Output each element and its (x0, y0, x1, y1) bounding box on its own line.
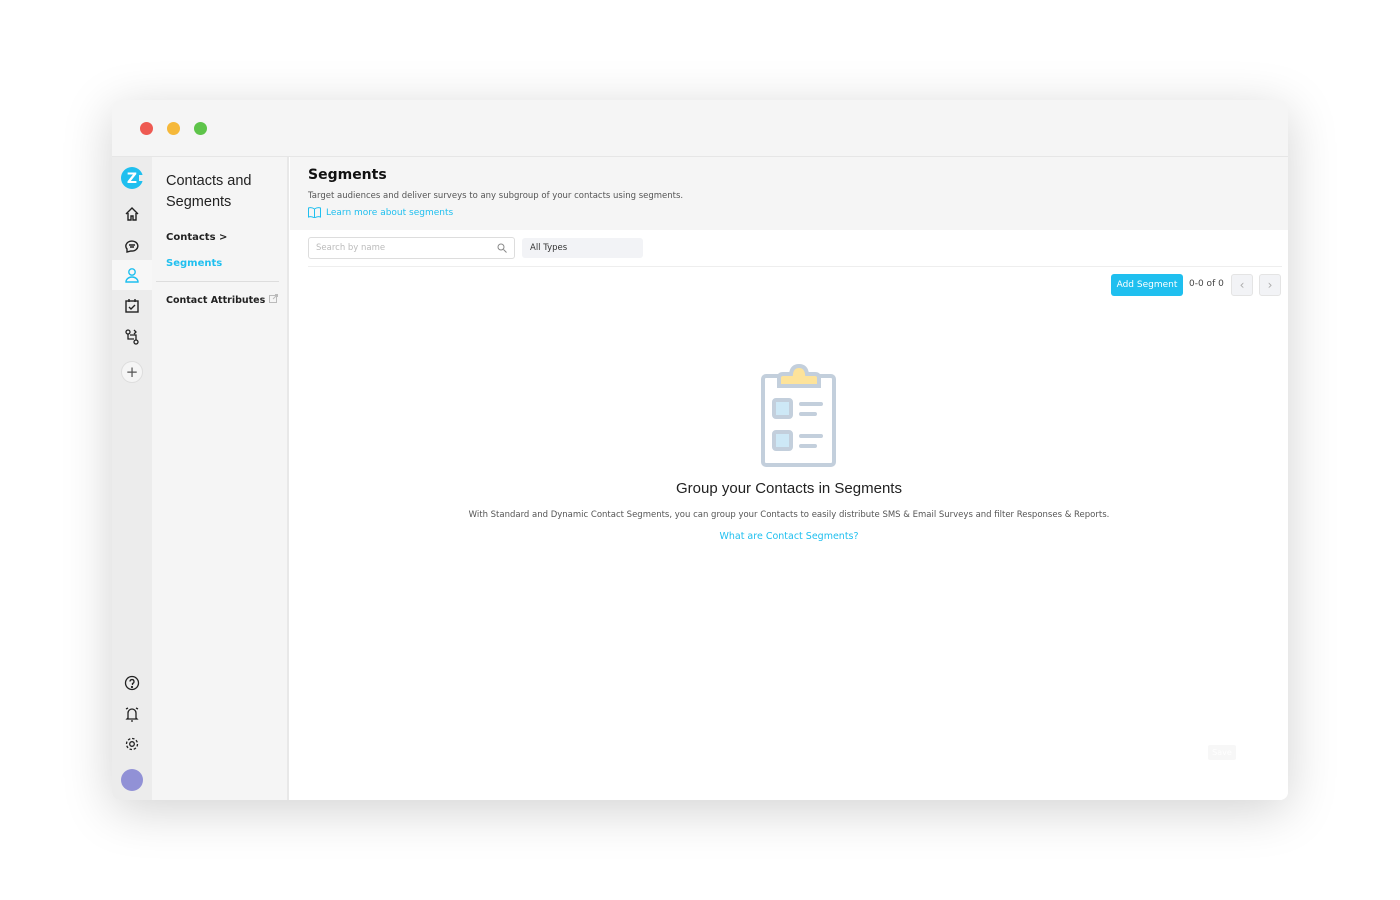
next-page-button[interactable]: › (1259, 274, 1281, 296)
bell-icon[interactable] (112, 699, 152, 729)
sidebar-title: Contacts and Segments (166, 173, 252, 210)
page-title: Segments (308, 167, 387, 183)
divider (156, 281, 279, 282)
maximize-button[interactable] (194, 122, 207, 135)
workflow-icon[interactable] (112, 322, 152, 352)
app-window: Z + Contacts and Segments Contacts > Segm… (112, 100, 1288, 800)
empty-state-description: With Standard and Dynamic Contact Segmen… (468, 510, 1110, 520)
svg-text:Z: Z (127, 171, 137, 187)
sidebar-item-contacts[interactable]: Contacts > (166, 232, 227, 243)
prev-page-button[interactable]: ‹ (1231, 274, 1253, 296)
home-icon[interactable] (112, 199, 152, 229)
page-subtitle: Target audiences and deliver surveys to … (308, 191, 684, 201)
contacts-icon[interactable] (112, 260, 152, 290)
avatar[interactable] (112, 765, 152, 795)
divider (308, 266, 1282, 267)
what-are-segments-link[interactable]: What are Contact Segments? (290, 531, 1288, 542)
type-select[interactable]: All Types (522, 238, 643, 258)
sidebar-item-segments[interactable]: Segments (166, 258, 222, 269)
main-content: Segments Target audiences and deliver su… (290, 157, 1288, 800)
help-icon[interactable] (112, 668, 152, 698)
calendar-check-icon[interactable] (112, 291, 152, 321)
chat-icon[interactable] (112, 230, 152, 260)
search-placeholder: Search by name (316, 243, 386, 253)
book-icon (308, 207, 321, 218)
page-header: Segments Target audiences and deliver su… (290, 157, 1288, 230)
pagination-info: 0-0 of 0 (1189, 279, 1224, 289)
sidebar: Contacts and Segments Contacts > Segments… (152, 157, 289, 800)
chevron-right-icon: > (219, 232, 228, 243)
add-segment-button[interactable]: Add Segment (1111, 274, 1183, 296)
icon-rail: Z + (112, 157, 152, 800)
clipboard-illustration (761, 363, 836, 467)
close-button[interactable] (140, 122, 153, 135)
learn-more-link[interactable]: Learn more about segments (308, 207, 1270, 218)
save-button[interactable]: Save (1208, 745, 1236, 760)
external-link-icon (268, 294, 278, 303)
sidebar-item-contact-attributes[interactable]: Contact Attributes (166, 294, 278, 306)
plus-icon: + (121, 361, 143, 383)
search-icon (497, 243, 507, 253)
add-app-button[interactable]: + (112, 357, 152, 387)
minimize-button[interactable] (167, 122, 180, 135)
logo[interactable]: Z (112, 163, 152, 193)
gear-icon[interactable] (112, 729, 152, 759)
empty-state-title: Group your Contacts in Segments (676, 480, 902, 497)
title-bar (112, 100, 1288, 157)
search-input[interactable]: Search by name (308, 237, 515, 259)
